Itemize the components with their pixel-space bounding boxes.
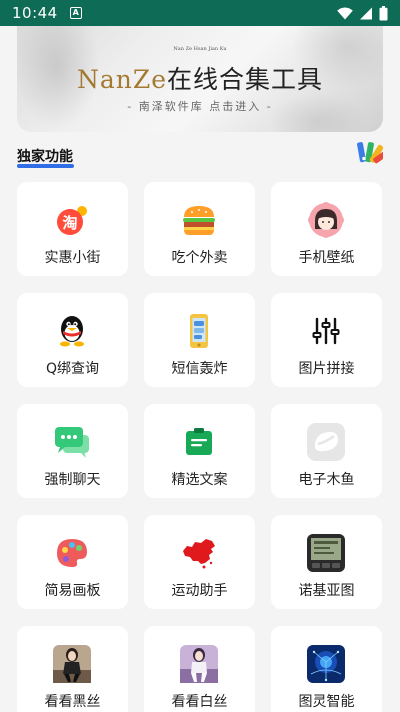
feature-card-bizhi[interactable]: 手机壁纸 xyxy=(271,182,382,276)
feature-card-pinjie[interactable]: 图片拼接 xyxy=(271,293,382,387)
feature-label: 图灵智能 xyxy=(298,694,355,710)
banner[interactable]: Nan Ze Hsan Jian Ku NanZe在线合集工具 - 南泽软件库 … xyxy=(17,26,383,132)
feature-label: 电子木鱼 xyxy=(298,472,355,488)
feature-label: 实惠小街 xyxy=(44,250,101,266)
taobao-icon: 淘 xyxy=(52,200,92,240)
feature-card-baisi[interactable]: 看看白丝 xyxy=(144,626,255,712)
ai-brain-icon xyxy=(306,644,346,684)
status-icons xyxy=(337,5,388,21)
feature-card-duanxin[interactable]: 短信轰炸 xyxy=(144,293,255,387)
feature-label: 手机壁纸 xyxy=(298,250,355,266)
feature-card-wenan[interactable]: 精选文案 xyxy=(144,404,255,498)
feature-label: 图片拼接 xyxy=(298,361,355,377)
feature-card-nokia[interactable]: 诺基亚图 xyxy=(271,515,382,609)
china-map-icon xyxy=(179,533,219,573)
feature-card-tuling[interactable]: 图灵智能 xyxy=(271,626,382,712)
feature-label: 简易画板 xyxy=(44,583,101,599)
wifi-icon xyxy=(337,7,353,19)
section-title: 独家功能 xyxy=(17,149,73,165)
banner-title-cjk: 在线合集工具 xyxy=(167,65,324,94)
feature-label: 吃个外卖 xyxy=(171,250,228,266)
wooden-fish-icon xyxy=(306,422,346,462)
banner-subtitle: - 南泽软件库 点击进入 - xyxy=(127,100,273,113)
cellular-signal-icon xyxy=(360,7,372,19)
photo-black-icon xyxy=(52,644,92,684)
nokia-phone-icon xyxy=(306,533,346,573)
feature-label: 运动助手 xyxy=(171,583,228,599)
feature-label: 看看白丝 xyxy=(171,694,228,710)
feature-label: 强制聊天 xyxy=(44,472,101,488)
status-time: 10:44 xyxy=(12,4,58,22)
feature-card-yundong[interactable]: 运动助手 xyxy=(144,515,255,609)
svg-text:淘: 淘 xyxy=(61,214,77,232)
chat-bubbles-icon xyxy=(52,422,92,462)
notification-a-icon: A xyxy=(69,7,82,19)
feature-card-huaban[interactable]: 简易画板 xyxy=(17,515,128,609)
feature-label: Q绑查询 xyxy=(45,361,100,377)
banner-title: NanZe在线合集工具 xyxy=(17,60,383,96)
feature-label: 诺基亚图 xyxy=(298,583,355,599)
sms-phone-icon xyxy=(179,311,219,351)
clipboard-icon xyxy=(179,422,219,462)
sliders-icon xyxy=(306,311,346,351)
feature-card-muyu[interactable]: 电子木鱼 xyxy=(271,404,382,498)
banner-title-latin: NanZe xyxy=(76,65,168,94)
feature-grid: 淘 实惠小街 吃个外卖 手机壁纸 Q绑查询 短信轰炸 图片拼接 强制聊天 精选文… xyxy=(17,182,383,712)
feature-card-liaotian[interactable]: 强制聊天 xyxy=(17,404,128,498)
status-bar: 10:44 A xyxy=(0,0,400,26)
paint-palette-icon xyxy=(52,533,92,573)
qq-penguin-icon xyxy=(52,311,92,351)
color-fan-icon[interactable] xyxy=(357,139,383,165)
banner-small-text: Nan Ze Hsan Jian Ku xyxy=(173,46,227,52)
feature-card-waimai[interactable]: 吃个外卖 xyxy=(144,182,255,276)
feature-card-shihui[interactable]: 淘 实惠小街 xyxy=(17,182,128,276)
battery-icon xyxy=(379,5,388,20)
burger-icon xyxy=(179,200,219,240)
feature-label: 看看黑丝 xyxy=(44,694,101,710)
girl-avatar-icon xyxy=(306,200,346,240)
feature-label: 短信轰炸 xyxy=(171,361,228,377)
photo-white-icon xyxy=(179,644,219,684)
feature-card-qbang[interactable]: Q绑查询 xyxy=(17,293,128,387)
feature-card-heisi[interactable]: 看看黑丝 xyxy=(17,626,128,712)
feature-label: 精选文案 xyxy=(171,472,228,488)
